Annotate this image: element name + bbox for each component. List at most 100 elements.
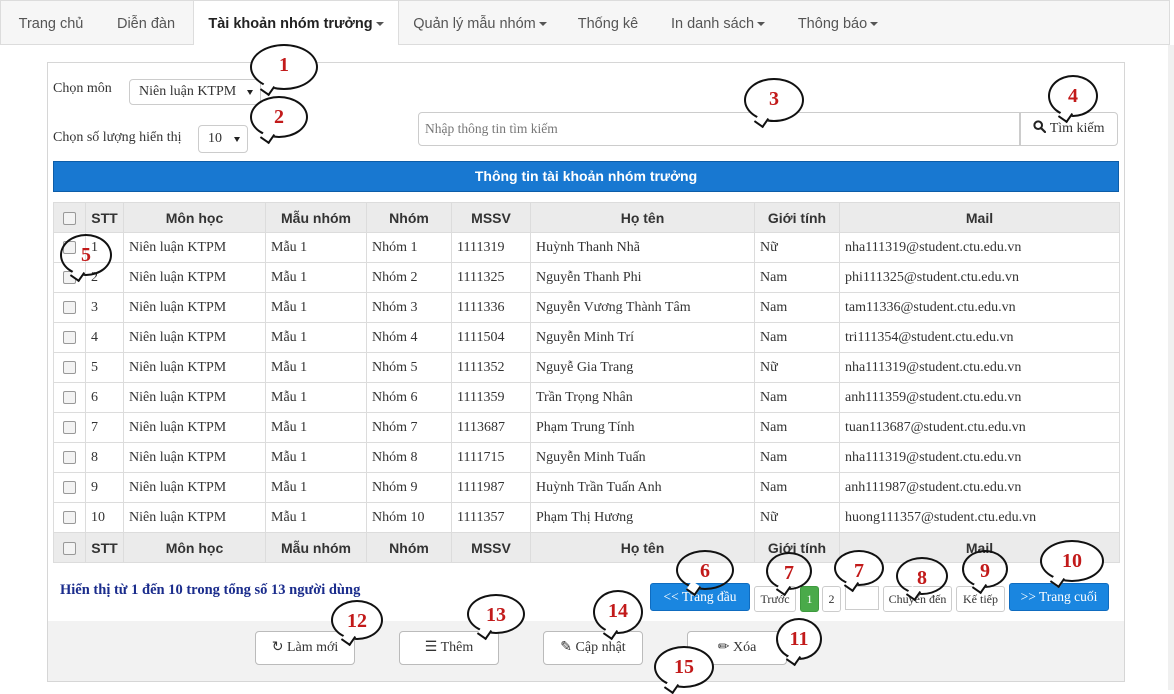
select-all-cell <box>53 532 86 563</box>
table-cell: Niên luận KTPM <box>123 232 266 263</box>
table-cell: Huỳnh Thanh Nhã <box>530 232 755 263</box>
table-cell: 10 <box>85 502 124 533</box>
callout-bubble: 2 <box>250 96 308 138</box>
column-header[interactable]: Môn học <box>123 202 266 233</box>
row-checkbox[interactable] <box>63 390 76 404</box>
column-header[interactable]: Mail <box>839 202 1120 233</box>
table-row[interactable]: 8 Niên luận KTPM Mẫu 1 Nhóm 8 1111715 Nguyễn … <box>53 442 1120 473</box>
table-cell: 1111359 <box>451 382 531 413</box>
table-cell: tri111354@student.ctu.edu.vn <box>839 322 1120 353</box>
column-header[interactable]: MSSV <box>451 202 531 233</box>
select-all-checkbox[interactable] <box>63 542 76 556</box>
callout-bubble: 4 <box>1048 75 1098 117</box>
table-cell: Nhóm 5 <box>366 352 452 383</box>
nav-item-leader-accounts[interactable]: Tài khoản nhóm trưởng <box>193 1 399 45</box>
refresh-icon: ↻ <box>271 640 284 655</box>
table-cell: Mẫu 1 <box>265 262 367 293</box>
column-header[interactable]: Giới tính <box>754 202 840 233</box>
table-cell: Niên luận KTPM <box>123 322 266 353</box>
row-select-cell <box>53 292 86 323</box>
table-cell: Niên luận KTPM <box>123 502 266 533</box>
row-select-cell <box>53 472 86 503</box>
search-input[interactable]: Nhập thông tin tìm kiếm <box>418 112 1020 146</box>
table-cell: 1111325 <box>451 262 531 293</box>
scrollbar[interactable] <box>1168 45 1174 690</box>
nav-item-statistics[interactable]: Thống kê <box>563 1 653 45</box>
table-row[interactable]: 2 Niên luận KTPM Mẫu 1 Nhóm 2 1111325 Nguyễn … <box>53 262 1120 293</box>
row-checkbox[interactable] <box>63 510 76 524</box>
nav-item-forum[interactable]: Diễn đàn <box>99 1 193 45</box>
row-checkbox[interactable] <box>63 300 76 314</box>
table-cell: nha111319@student.ctu.edu.vn <box>839 232 1120 263</box>
table-cell: Mẫu 1 <box>265 322 367 353</box>
table-row[interactable]: 10 Niên luận KTPM Mẫu 1 Nhóm 10 1111357 Phạm … <box>53 502 1120 533</box>
table-row[interactable]: 3 Niên luận KTPM Mẫu 1 Nhóm 3 1111336 Nguyễn … <box>53 292 1120 323</box>
select-all-checkbox[interactable] <box>63 212 76 226</box>
nav-item-notifications[interactable]: Thông báo <box>783 1 893 45</box>
callout-bubble: 7 <box>834 550 884 586</box>
subject-select[interactable]: Niên luận KTPM <box>129 79 261 105</box>
callout-bubble: 5 <box>60 234 112 276</box>
row-checkbox[interactable] <box>63 360 76 374</box>
table-cell: 7 <box>85 412 124 443</box>
callout-bubble: 6 <box>676 550 734 590</box>
summary-text: Hiển thị từ 1 đến 10 trong tổng số 13 ng… <box>60 582 361 598</box>
row-checkbox[interactable] <box>63 450 76 464</box>
nav-item-label: Quản lý mẫu nhóm <box>413 16 536 32</box>
leader-accounts-table: STT Môn học Mẫu nhóm Nhóm MSSV Họ tên Gi… <box>53 202 1120 563</box>
refresh-button[interactable]: ↻ Làm mới <box>255 631 355 665</box>
table-cell: Nhóm 8 <box>366 442 452 473</box>
table-row[interactable]: 6 Niên luận KTPM Mẫu 1 Nhóm 6 1111359 Trần Tr… <box>53 382 1120 413</box>
table-cell: Nhóm 10 <box>366 502 452 533</box>
nav-item-group-templates[interactable]: Quản lý mẫu nhóm <box>399 1 561 45</box>
table-row[interactable]: 5 Niên luận KTPM Mẫu 1 Nhóm 5 1111352 Nguyễ G… <box>53 352 1120 383</box>
table-cell: tam11336@student.ctu.edu.vn <box>839 292 1120 323</box>
nav-item-label: Diễn đàn <box>116 16 176 32</box>
callout-bubble: 1 <box>250 44 318 90</box>
table-cell: Nữ <box>754 352 840 383</box>
callout-bubble: 14 <box>593 590 643 634</box>
display-count-select[interactable]: 10 <box>198 125 248 153</box>
table-row[interactable]: 7 Niên luận KTPM Mẫu 1 Nhóm 7 1113687 Phạm Tr… <box>53 412 1120 443</box>
table-cell: Trần Trọng Nhân <box>530 382 755 413</box>
table-body: 1 Niên luận KTPM Mẫu 1 Nhóm 1 1111319 Huỳnh T… <box>53 232 1120 533</box>
callout-bubble: 11 <box>776 618 822 660</box>
table-cell: Nam <box>754 412 840 443</box>
column-footer: STT <box>85 532 124 563</box>
table-row[interactable]: 4 Niên luận KTPM Mẫu 1 Nhóm 4 1111504 Nguyễn … <box>53 322 1120 353</box>
column-footer: MSSV <box>451 532 531 563</box>
table-cell: Nhóm 1 <box>366 232 452 263</box>
table-header-row: STT Môn học Mẫu nhóm Nhóm MSSV Họ tên Gi… <box>53 202 1120 233</box>
list-icon: ☰ <box>424 640 438 655</box>
table-cell: 1111504 <box>451 322 531 353</box>
nav-item-label: Trang chủ <box>18 16 84 32</box>
nav-item-home[interactable]: Trang chủ <box>3 1 99 45</box>
update-button[interactable]: ✎ Cập nhật <box>543 631 643 665</box>
table-cell: nha111319@student.ctu.edu.vn <box>839 352 1120 383</box>
search-button-label: Tìm kiếm <box>1049 121 1105 136</box>
table-footer-row: STT Môn học Mẫu nhóm Nhóm MSSV Họ tên Gi… <box>53 532 1120 563</box>
page-1-button[interactable]: 1 <box>800 586 819 612</box>
column-header[interactable]: STT <box>85 202 124 233</box>
table-cell: Niên luận KTPM <box>123 442 266 473</box>
row-checkbox[interactable] <box>63 420 76 434</box>
nav-item-print-list[interactable]: In danh sách <box>655 1 781 45</box>
column-header[interactable]: Nhóm <box>366 202 452 233</box>
callout-bubble: 7 <box>766 552 812 590</box>
row-checkbox[interactable] <box>63 480 76 494</box>
caret-down-icon <box>538 22 547 27</box>
table-cell: Niên luận KTPM <box>123 292 266 323</box>
column-header[interactable]: Mẫu nhóm <box>265 202 367 233</box>
refresh-button-label: Làm mới <box>286 640 339 655</box>
table-row[interactable]: 9 Niên luận KTPM Mẫu 1 Nhóm 9 1111987 Huỳnh T… <box>53 472 1120 503</box>
table-cell: Nam <box>754 322 840 353</box>
table-cell: 1111352 <box>451 352 531 383</box>
table-cell: Niên luận KTPM <box>123 382 266 413</box>
table-cell: Huỳnh Trần Tuấn Anh <box>530 472 755 503</box>
page-2-button[interactable]: 2 <box>822 586 841 612</box>
table-row[interactable]: 1 Niên luận KTPM Mẫu 1 Nhóm 1 1111319 Huỳnh T… <box>53 232 1120 263</box>
column-header[interactable]: Họ tên <box>530 202 755 233</box>
display-count-value: 10 <box>208 131 222 146</box>
row-checkbox[interactable] <box>63 330 76 344</box>
table-cell: Phạm Trung Tính <box>530 412 755 443</box>
